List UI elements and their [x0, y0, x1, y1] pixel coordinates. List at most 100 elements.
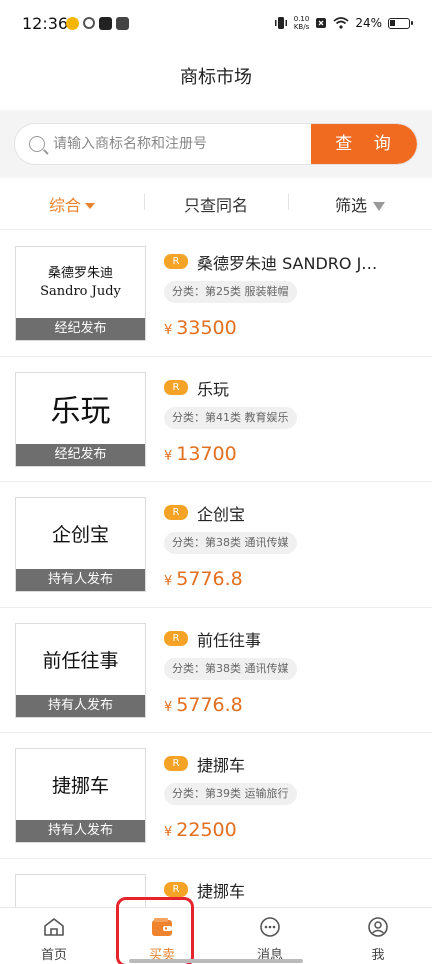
publisher-label: 持有人发布: [16, 820, 145, 842]
nav-home[interactable]: 首页: [0, 908, 108, 964]
price: ¥5776.8: [164, 568, 243, 590]
publisher-label: 经纪发布: [16, 443, 145, 466]
tab-same-name[interactable]: 只查同名: [144, 192, 288, 216]
registered-badge: R: [164, 379, 188, 395]
nav-me[interactable]: 我: [324, 908, 432, 964]
currency-symbol: ¥: [164, 699, 173, 715]
trademark-name: 企创宝: [197, 505, 246, 524]
list-item[interactable]: 前任往事 持有人发布 R 前任往事 分类：第38类 通讯传媒 ¥5776.8: [0, 608, 432, 733]
net-speed-value: 0.10: [293, 15, 310, 23]
currency-symbol: ¥: [164, 825, 173, 840]
price: ¥13700: [164, 443, 237, 465]
sync-icon: [83, 17, 95, 29]
category-tag: 分类：第41类 教育娱乐: [164, 406, 297, 429]
category-tag: 分类：第39类 运输旅行: [164, 783, 297, 805]
price: ¥33500: [164, 317, 237, 339]
list-item[interactable]: 企创宝 持有人发布 R 企创宝 分类：第38类 通讯传媒 ¥5776.8: [0, 482, 432, 608]
price: ¥22500: [164, 819, 237, 841]
network-speed: 0.10 KB/s: [294, 15, 310, 31]
nav-home-label: 首页: [40, 948, 67, 963]
tab-comprehensive-label: 综合: [48, 195, 81, 215]
trademark-list: 桑德罗朱迪 Sandro Judy 经纪发布 R 桑德罗朱迪 SANDRO J……: [0, 231, 432, 907]
wallet-icon: [152, 918, 172, 936]
profile-icon: [368, 917, 388, 937]
list-item[interactable]: 乐玩 经纪发布 R 乐玩 分类：第41类 教育娱乐 ¥13700: [0, 357, 432, 482]
list-item[interactable]: 捷挪车 持有人发布 R 捷挪车 分类：第39类 运输旅行 ¥22500: [0, 733, 432, 859]
price-value: 13700: [176, 442, 237, 465]
page-title: 商标市场: [180, 67, 252, 88]
wifi-icon: [333, 17, 349, 29]
status-time: 12:36: [22, 14, 69, 33]
price-value: 33500: [176, 317, 237, 339]
trademark-name: 乐玩: [197, 379, 230, 399]
status-right: 0.10 KB/s 24%: [274, 15, 413, 31]
trademark-image: 前任往事 持有人发布: [15, 622, 146, 718]
battery-percent: 24%: [355, 16, 382, 30]
currency-symbol: ¥: [164, 574, 173, 589]
search-input[interactable]: [53, 124, 303, 164]
trademark-image: 企创宝 持有人发布: [15, 497, 146, 592]
search-box: 查 询: [14, 123, 418, 165]
category-tag: 分类：第38类 通讯传媒: [164, 657, 297, 680]
notification-icons: [66, 17, 129, 30]
nav-messages[interactable]: 消息: [216, 908, 324, 964]
caret-down-icon: [85, 203, 95, 209]
list-item[interactable]: R 捷挪车: [0, 859, 432, 907]
sim-icon: [316, 18, 327, 28]
price: ¥5776.8: [164, 694, 243, 716]
trademark-image-line1: 桑德罗朱迪: [47, 265, 113, 281]
trademark-image-text: 桑德罗朱迪 Sandro Judy: [16, 247, 145, 318]
trademark-image-text: 前任往事: [42, 649, 119, 672]
tab-same-name-label: 只查同名: [183, 195, 248, 215]
category-tag: 分类：第25类 服装鞋帽: [164, 281, 297, 303]
filter-tabs: 综合 只查同名 筛选: [0, 178, 432, 230]
registered-badge: R: [164, 630, 188, 646]
bottom-nav: 首页 买卖 消息 我: [0, 907, 432, 964]
currency-symbol: ¥: [164, 323, 173, 338]
tiktok-icon: [99, 17, 112, 30]
nav-me-label: 我: [371, 948, 385, 963]
list-item[interactable]: 桑德罗朱迪 Sandro Judy 经纪发布 R 桑德罗朱迪 SANDRO J……: [0, 231, 432, 357]
trademark-name: 捷挪车: [197, 881, 246, 901]
tab-filter-label: 筛选: [334, 195, 367, 215]
vibrate-icon: [274, 17, 287, 29]
trademark-name: 前任往事: [197, 630, 262, 650]
registered-badge: R: [164, 756, 188, 771]
message-icon: [116, 17, 129, 30]
home-indicator: [129, 959, 303, 963]
trademark-image: [15, 873, 146, 907]
registered-badge: R: [164, 881, 188, 897]
trademark-image-text: 乐玩: [50, 394, 111, 429]
tab-comprehensive[interactable]: 综合: [0, 192, 144, 216]
status-bar: 12:36 0.10 KB/s 24%: [0, 0, 432, 50]
publisher-label: 经纪发布: [16, 318, 145, 340]
search-button[interactable]: 查 询: [311, 124, 417, 164]
chat-icon: [260, 917, 280, 937]
search-bar: 查 询: [0, 110, 432, 178]
price-value: 5776.8: [176, 568, 243, 590]
registered-badge: R: [164, 505, 188, 520]
trademark-image-text: 企创宝: [51, 524, 109, 546]
trademark-name: 桑德罗朱迪 SANDRO J…: [197, 254, 378, 273]
home-icon: [44, 918, 64, 936]
nav-trade[interactable]: 买卖: [108, 908, 216, 964]
currency-symbol: ¥: [164, 448, 173, 464]
price-value: 22500: [176, 819, 237, 841]
tab-filter[interactable]: 筛选: [288, 192, 432, 216]
battery-icon: [388, 17, 413, 29]
weibo-icon: [66, 17, 79, 30]
publisher-label: 持有人发布: [16, 569, 145, 591]
trademark-image-line2: Sandro Judy: [40, 283, 121, 299]
search-icon: [29, 136, 45, 152]
filter-icon: [373, 201, 385, 211]
net-speed-unit: KB/s: [293, 23, 310, 31]
trademark-image: 捷挪车 持有人发布: [15, 748, 146, 843]
trademark-name: 捷挪车: [197, 756, 246, 775]
trademark-image-text: 捷挪车: [51, 775, 109, 797]
registered-badge: R: [164, 254, 188, 269]
trademark-image: 桑德罗朱迪 Sandro Judy 经纪发布: [15, 246, 146, 341]
publisher-label: 持有人发布: [16, 694, 145, 717]
category-tag: 分类：第38类 通讯传媒: [164, 532, 297, 554]
price-value: 5776.8: [176, 693, 243, 716]
trademark-image: 乐玩 经纪发布: [15, 371, 146, 467]
